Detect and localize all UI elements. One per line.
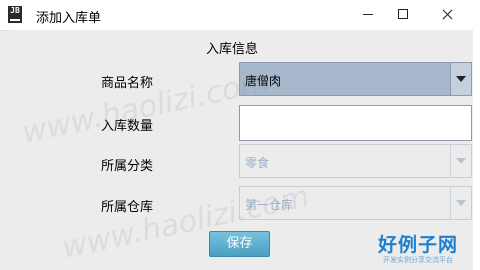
save-button[interactable]: 保存 (209, 231, 270, 257)
product-name-dropdown-button[interactable] (450, 63, 471, 95)
warehouse-label: 所属仓库 (101, 200, 154, 215)
category-label: 所属分类 (101, 159, 154, 174)
add-stock-in-dialog: JB 添加入库单 入库信息 商品名称 唐僧肉 入库数量 所属分类 零食 所属仓库… (0, 0, 480, 270)
quantity-label: 入库数量 (101, 119, 154, 134)
chevron-down-icon (456, 158, 466, 164)
product-name-label: 商品名称 (101, 76, 154, 91)
warehouse-value: 第一仓库 (245, 198, 294, 212)
form-heading: 入库信息 (206, 42, 259, 57)
window-title: 添加入库单 (36, 11, 102, 26)
product-name-value: 唐僧肉 (245, 74, 282, 88)
close-icon[interactable] (424, 0, 470, 30)
app-icon: JB (8, 6, 22, 23)
warehouse-select[interactable]: 第一仓库 (239, 186, 472, 220)
warehouse-dropdown-button[interactable] (450, 187, 471, 219)
category-dropdown-button[interactable] (450, 145, 471, 177)
product-name-select[interactable]: 唐僧肉 (239, 62, 472, 96)
title-bar[interactable]: JB 添加入库单 (0, 0, 480, 31)
chevron-down-icon (456, 200, 466, 206)
category-value: 零食 (245, 156, 270, 170)
maximize-icon[interactable] (380, 0, 426, 30)
category-select[interactable]: 零食 (239, 144, 472, 178)
quantity-input[interactable] (239, 105, 472, 141)
chevron-down-icon (456, 76, 466, 82)
